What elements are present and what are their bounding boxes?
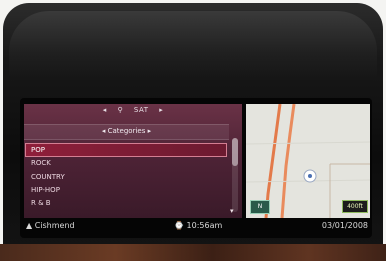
list-item-label: R & B [31, 199, 51, 208]
wood-trim [0, 244, 386, 261]
navigation-map[interactable]: N 400ft [246, 104, 370, 218]
scroll-down-icon[interactable]: ▾ [230, 207, 234, 215]
position-dot [308, 174, 312, 178]
scrollbar[interactable] [232, 138, 238, 212]
clock: ⌚ 10:56am [174, 221, 222, 230]
signal-icon: ▲ [26, 221, 33, 230]
status-left: ▲ Cishmend [26, 221, 75, 230]
list-item[interactable]: HIP-HOP [26, 184, 226, 196]
scrollbar-thumb[interactable] [232, 138, 238, 166]
time-label: 10:56am [186, 221, 223, 230]
chevron-right-icon: ▸ [147, 127, 152, 135]
list-item[interactable]: COUNTRY [26, 171, 226, 183]
list-item[interactable]: R & B [26, 197, 226, 209]
categories-header[interactable]: ◂ Categories ▸ [24, 124, 229, 140]
audio-panel: ◂ ⚲ SAT ▸ ◂ Categories ▸ POP ROCK COUNTR… [24, 104, 242, 218]
list-item[interactable]: POP [25, 143, 227, 157]
north-indicator: N [250, 200, 270, 214]
list-item-label: HIP-HOP [31, 185, 60, 194]
date-label: 03/01/2008 [321, 221, 368, 230]
instrument-visor [9, 11, 377, 81]
list-item-label: COUNTRY [31, 172, 65, 181]
categories-title: Categories [107, 127, 146, 135]
list-item-label: ROCK [31, 159, 51, 168]
source-row[interactable]: ◂ ⚲ SAT ▸ [24, 106, 242, 120]
map-scale: 400ft [342, 200, 368, 213]
north-label: N [257, 203, 263, 210]
category-list: POP ROCK COUNTRY HIP-HOP R & B [25, 143, 227, 210]
list-item[interactable]: ROCK [26, 157, 226, 169]
date: 03/01/2008 [322, 221, 368, 230]
location-label: Cishmend [34, 221, 75, 230]
scale-label: 400ft [347, 203, 363, 210]
list-item-label: POP [31, 146, 45, 154]
satellite-icon: ⚲ [117, 106, 124, 114]
clock-icon: ⌚ [174, 221, 184, 230]
arrow-right-icon[interactable]: ▸ [159, 106, 163, 114]
status-bar: ▲ Cishmend ⌚ 10:56am 03/01/2008 [24, 220, 372, 234]
arrow-left-icon[interactable]: ◂ [103, 106, 107, 114]
source-label: SAT [133, 106, 149, 114]
